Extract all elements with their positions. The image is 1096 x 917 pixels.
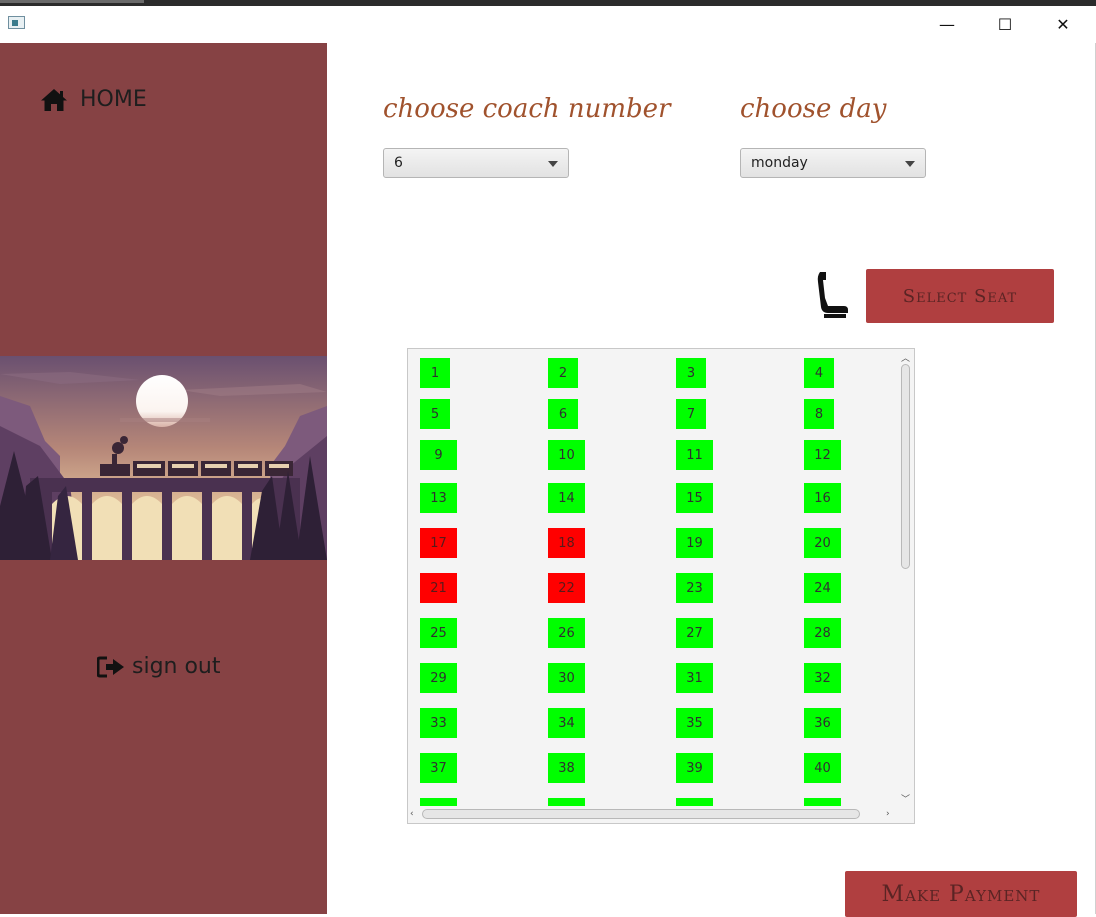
seat-scroll-pane[interactable]: 1 2 3 4 5 6 7 8 9 10 11 12 13 14 15 16 17 18 19 20 21 22 23 24 2…: [407, 348, 915, 824]
seat-button[interactable]: [804, 798, 841, 806]
make-payment-button[interactable]: Make Payment: [845, 871, 1077, 917]
seat-button[interactable]: 36: [804, 708, 841, 738]
home-link[interactable]: HOME: [40, 87, 147, 112]
seat-button[interactable]: 16: [804, 483, 841, 513]
seat-button[interactable]: 3: [676, 358, 706, 388]
seat-button[interactable]: 22: [548, 573, 585, 603]
seat-button[interactable]: 19: [676, 528, 713, 558]
close-icon: ✕: [1056, 15, 1070, 34]
seat-button[interactable]: 24: [804, 573, 841, 603]
train-bridge-illustration: [0, 356, 327, 560]
seat-button[interactable]: 33: [420, 708, 457, 738]
seat-button[interactable]: 32: [804, 663, 841, 693]
seat-button[interactable]: 15: [676, 483, 713, 513]
sign-out-icon: [97, 656, 124, 677]
seat-button[interactable]: 10: [548, 440, 585, 470]
scroll-right-icon[interactable]: ›: [886, 809, 890, 819]
seat-button[interactable]: 40: [804, 753, 841, 783]
maximize-button[interactable]: ☐: [976, 6, 1034, 43]
home-label: HOME: [80, 87, 147, 112]
seat-button[interactable]: 12: [804, 440, 841, 470]
seat-button[interactable]: 34: [548, 708, 585, 738]
maximize-icon: ☐: [997, 15, 1013, 34]
seat-button[interactable]: [420, 798, 457, 806]
seat-button[interactable]: 6: [548, 399, 578, 429]
seat-button[interactable]: 35: [676, 708, 713, 738]
coach-number-label: choose coach number: [383, 94, 671, 124]
seat-button[interactable]: 26: [548, 618, 585, 648]
day-label: choose day: [740, 94, 887, 124]
app-icon: [8, 16, 25, 29]
minimize-button[interactable]: —: [918, 6, 976, 43]
seat-button[interactable]: 1: [420, 358, 450, 388]
seat-button[interactable]: 9: [420, 440, 457, 470]
chevron-down-icon: [905, 161, 915, 167]
seat-button[interactable]: 25: [420, 618, 457, 648]
car-seat-icon: [817, 272, 848, 318]
close-button[interactable]: ✕: [1034, 6, 1092, 43]
seat-button[interactable]: 8: [804, 399, 834, 429]
seat-button[interactable]: 4: [804, 358, 834, 388]
scroll-up-icon[interactable]: ︿: [901, 351, 910, 364]
seat-button[interactable]: 28: [804, 618, 841, 648]
day-select[interactable]: monday: [740, 148, 926, 178]
seat-button[interactable]: [548, 798, 585, 806]
seat-button[interactable]: 13: [420, 483, 457, 513]
signout-label: sign out: [132, 654, 221, 679]
vertical-scrollbar[interactable]: ︿ ﹀: [897, 349, 914, 806]
seat-button[interactable]: 27: [676, 618, 713, 648]
title-bar: — ☐ ✕: [0, 6, 1096, 43]
top-strip-highlight: [0, 0, 144, 3]
seat-button[interactable]: 17: [420, 528, 457, 558]
seat-button[interactable]: 5: [420, 399, 450, 429]
seat-button[interactable]: 39: [676, 753, 713, 783]
seat-button[interactable]: 31: [676, 663, 713, 693]
coach-number-select[interactable]: 6: [383, 148, 569, 178]
seat-grid: 1 2 3 4 5 6 7 8 9 10 11 12 13 14 15 16 17 18 19 20 21 22 23 24 2…: [408, 349, 897, 806]
horizontal-scrollbar[interactable]: ‹ ›: [408, 806, 897, 823]
day-value: monday: [751, 155, 808, 171]
signout-link[interactable]: sign out: [97, 654, 221, 679]
seat-button[interactable]: 23: [676, 573, 713, 603]
minimize-icon: —: [939, 15, 955, 34]
scroll-left-icon[interactable]: ‹: [410, 809, 414, 819]
seat-button[interactable]: 29: [420, 663, 457, 693]
seat-button[interactable]: 30: [548, 663, 585, 693]
seat-button[interactable]: 7: [676, 399, 706, 429]
sidebar: HOME sign out: [0, 43, 327, 914]
seat-button[interactable]: 14: [548, 483, 585, 513]
seat-button[interactable]: [676, 798, 713, 806]
horizontal-scroll-thumb[interactable]: [422, 809, 860, 819]
seat-button[interactable]: 38: [548, 753, 585, 783]
chevron-down-icon: [548, 161, 558, 167]
select-seat-button[interactable]: Select Seat: [866, 269, 1054, 323]
house-icon: [41, 88, 67, 111]
coach-number-value: 6: [394, 155, 403, 171]
seat-button[interactable]: 21: [420, 573, 457, 603]
seat-button[interactable]: 2: [548, 358, 578, 388]
seat-button[interactable]: 20: [804, 528, 841, 558]
seat-button[interactable]: 11: [676, 440, 713, 470]
seat-button[interactable]: 37: [420, 753, 457, 783]
seat-button[interactable]: 18: [548, 528, 585, 558]
vertical-scroll-thumb[interactable]: [901, 364, 910, 569]
scroll-down-icon[interactable]: ﹀: [901, 792, 910, 805]
